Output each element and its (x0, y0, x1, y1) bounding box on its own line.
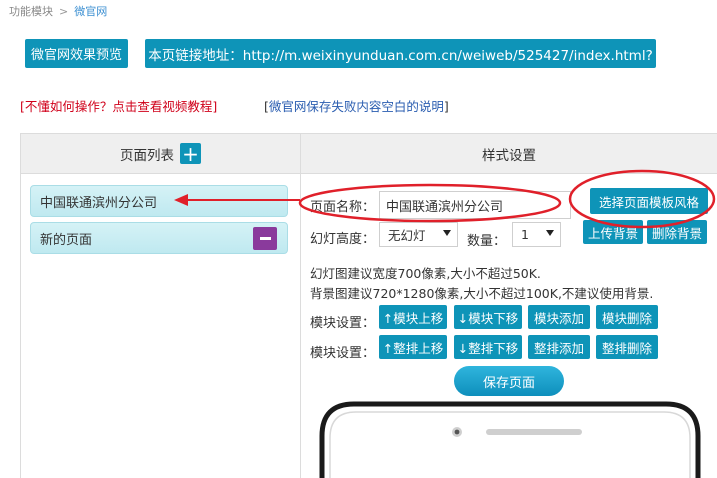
module-add-button[interactable]: 模块添加 (528, 305, 590, 329)
row-settings-label: 模块设置： (310, 346, 376, 361)
panel-divider (300, 134, 301, 478)
breadcrumb: 功能模块 > 微官网 (9, 3, 107, 19)
page-list-title: 页面列表 (120, 147, 174, 164)
save-page-button[interactable]: 保存页面 (454, 366, 564, 396)
module-settings-label: 模块设置： (310, 316, 376, 331)
page-list-item-label: 中国联通滨州分公司 (40, 195, 158, 211)
style-settings-header: 样式设置 (301, 134, 717, 174)
row-add-button[interactable]: 整排添加 (528, 335, 590, 359)
page-list-item[interactable]: 中国联通滨州分公司 (30, 185, 288, 217)
background-size-tip: 背景图建议720*1280像素,大小不超过100K,不建议使用背景. (310, 286, 654, 301)
slide-height-label: 幻灯高度： (310, 232, 376, 247)
page-list-item[interactable]: 新的页面 (30, 222, 288, 254)
video-tutorial-text[interactable]: 不懂如何操作？点击查看视频教程 (25, 99, 213, 114)
add-page-button[interactable]: + (180, 143, 201, 164)
save-failure-note-text[interactable]: 微官网保存失败内容空白的说明 (269, 99, 444, 114)
breadcrumb-current[interactable]: 微官网 (74, 5, 107, 18)
module-move-down-button[interactable]: ↓模块下移 (454, 305, 522, 329)
plus-icon: + (182, 141, 199, 166)
page-list-item-label: 新的页面 (40, 232, 93, 248)
slide-size-tip: 幻灯图建议宽度700像素,大小不超过50K. (310, 266, 541, 281)
breadcrumb-separator: > (59, 5, 69, 18)
phone-speaker-icon (486, 429, 582, 435)
chevron-down-icon (443, 230, 451, 236)
count-label: 数量： (467, 234, 507, 249)
upload-background-button[interactable]: 上传背景 (583, 220, 643, 244)
row-move-down-button[interactable]: ↓整排下移 (454, 335, 522, 359)
module-move-up-button[interactable]: ↑模块上移 (379, 305, 447, 329)
page-url-button[interactable]: 本页链接地址：http://m.weixinyunduan.com.cn/wei… (145, 39, 656, 68)
delete-background-button[interactable]: 删除背景 (647, 220, 707, 244)
phone-camera-icon (452, 427, 462, 437)
delete-page-button[interactable] (253, 227, 277, 250)
save-failure-note-link[interactable]: [微官网保存失败内容空白的说明] (264, 96, 449, 115)
page-list-header: 页面列表 + (21, 134, 300, 174)
preview-button[interactable]: 微官网效果预览 (25, 39, 128, 68)
slide-height-select[interactable]: 无幻灯 (379, 222, 458, 247)
phone-preview-frame (319, 401, 701, 478)
count-value: 1 (521, 227, 529, 242)
chevron-down-icon (546, 230, 554, 236)
page-name-label: 页面名称： (310, 200, 376, 215)
row-move-up-button[interactable]: ↑整排上移 (379, 335, 447, 359)
video-tutorial-link[interactable]: [不懂如何操作？点击查看视频教程] (20, 96, 217, 115)
minus-icon (259, 237, 271, 240)
row-delete-button[interactable]: 整排删除 (596, 335, 658, 359)
count-select[interactable]: 1 (512, 222, 561, 247)
page-name-input[interactable] (379, 191, 571, 219)
module-delete-button[interactable]: 模块删除 (596, 305, 658, 329)
choose-template-button[interactable]: 选择页面模板风格 (590, 188, 708, 214)
breadcrumb-root[interactable]: 功能模块 (9, 5, 53, 18)
style-settings-title: 样式设置 (482, 147, 536, 164)
slide-height-value: 无幻灯 (388, 228, 426, 243)
